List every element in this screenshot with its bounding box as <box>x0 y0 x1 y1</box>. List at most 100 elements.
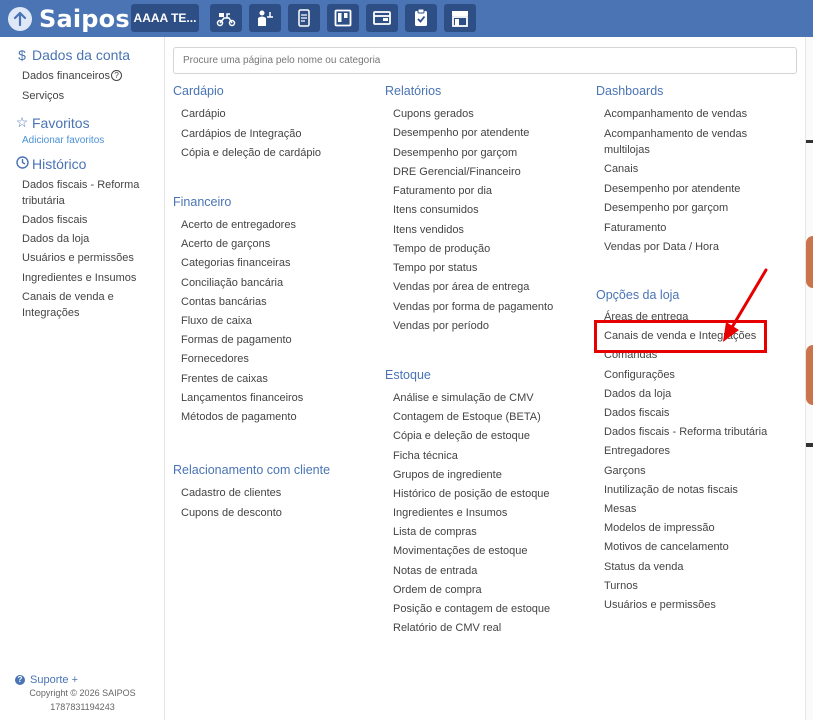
build-number: 1787831194243 <box>50 702 115 712</box>
menu-item-relatorios[interactable]: Vendas por forma de pagamento <box>393 299 553 315</box>
dollar-icon: $ <box>18 47 26 63</box>
menu-item-financeiro[interactable]: Fluxo de caixa <box>181 313 252 329</box>
support-link[interactable]: ? Suporte + <box>15 674 78 686</box>
store-selector-button[interactable]: AAAA TE... <box>131 4 199 32</box>
menu-item-cardapio[interactable]: Cópia e deleção de cardápio <box>181 145 321 161</box>
menu-item-estoque[interactable]: Ingredientes e Insumos <box>393 505 507 521</box>
page-search-input[interactable] <box>173 47 797 74</box>
menu-item-relatorios[interactable]: Faturamento por dia <box>393 183 492 199</box>
history-title-label: Histórico <box>32 156 87 172</box>
waiter-icon[interactable] <box>249 4 281 32</box>
section-title-opcoes-da-loja: Opções da loja <box>596 288 680 302</box>
menu-item-opcoes[interactable]: Dados fiscais - Reforma tributária <box>604 424 767 440</box>
menu-item-opcoes[interactable]: Dados fiscais <box>604 405 669 421</box>
menu-item-financeiro[interactable]: Métodos de pagamento <box>181 409 297 425</box>
menu-item-estoque[interactable]: Histórico de posição de estoque <box>393 486 550 502</box>
menu-item-estoque[interactable]: Posição e contagem de estoque <box>393 601 550 617</box>
clipboard-check-icon[interactable] <box>405 4 437 32</box>
menu-item-estoque[interactable]: Cópia e deleção de estoque <box>393 428 530 444</box>
menu-item-opcoes[interactable]: Modelos de impressão <box>604 520 715 536</box>
menu-item-estoque[interactable]: Ordem de compra <box>393 582 482 598</box>
menu-item-dashboards[interactable]: Vendas por Data / Hora <box>604 239 719 255</box>
menu-item-estoque[interactable]: Relatório de CMV real <box>393 620 501 636</box>
menu-item-estoque[interactable]: Contagem de Estoque (BETA) <box>393 409 541 425</box>
menu-item-financeiro[interactable]: Acerto de entregadores <box>181 217 296 233</box>
menu-item-relatorios[interactable]: Itens consumidos <box>393 202 479 218</box>
add-favorites-link[interactable]: Adicionar favoritos <box>22 135 104 146</box>
order-tablet-icon[interactable] <box>288 4 320 32</box>
menu-item-financeiro[interactable]: Lançamentos financeiros <box>181 390 303 406</box>
menu-item-financeiro[interactable]: Frentes de caixas <box>181 371 268 387</box>
arrow-up-icon <box>8 6 32 31</box>
menu-item-opcoes[interactable]: Dados da loja <box>604 386 671 402</box>
account-section-title: $ Dados da conta <box>15 47 130 63</box>
favorites-section-title: ☆ Favoritos <box>15 114 90 131</box>
menu-item-cardapio[interactable]: Cardápio <box>181 106 226 122</box>
clock-icon <box>15 156 29 172</box>
section-title-relatorios: Relatórios <box>385 84 442 98</box>
history-item[interactable]: Dados fiscais - Reforma tributária <box>22 177 157 209</box>
menu-item-opcoes[interactable]: Configurações <box>604 367 675 383</box>
menu-item-cardapio[interactable]: Cardápios de Integração <box>181 126 301 142</box>
menu-item-estoque[interactable]: Análise e simulação de CMV <box>393 390 534 406</box>
history-item[interactable]: Usuários e permissões <box>22 250 157 266</box>
menu-item-relacionamento[interactable]: Cupons de desconto <box>181 505 282 521</box>
sidebar-item-label: Dados financeiros <box>22 70 111 82</box>
sidebar-item-services[interactable]: Serviços <box>22 88 157 104</box>
logo-text: Saipos <box>39 4 130 33</box>
menu-item-relacionamento[interactable]: Cadastro de clientes <box>181 485 281 501</box>
menu-item-opcoes[interactable]: Status da venda <box>604 559 684 575</box>
menu-item-estoque[interactable]: Notas de entrada <box>393 563 477 579</box>
menu-item-relatorios[interactable]: Tempo de produção <box>393 241 490 257</box>
section-title-estoque: Estoque <box>385 368 431 382</box>
favorites-title-label: Favoritos <box>32 114 90 131</box>
menu-item-financeiro[interactable]: Formas de pagamento <box>181 332 292 348</box>
menu-item-estoque[interactable]: Grupos de ingrediente <box>393 467 502 483</box>
menu-item-dashboards[interactable]: Canais <box>604 161 638 177</box>
menu-item-financeiro[interactable]: Categorias financeiras <box>181 255 290 271</box>
menu-item-financeiro[interactable]: Fornecedores <box>181 351 249 367</box>
menu-item-opcoes[interactable]: Usuários e permissões <box>604 597 716 613</box>
menu-item-estoque[interactable]: Ficha técnica <box>393 448 458 464</box>
menu-item-estoque[interactable]: Lista de compras <box>393 524 477 540</box>
menu-item-opcoes[interactable]: Turnos <box>604 578 638 594</box>
help-icon[interactable]: ? <box>111 70 123 81</box>
history-item[interactable]: Ingredientes e Insumos <box>22 270 157 286</box>
menu-item-financeiro[interactable]: Conciliação bancária <box>181 275 283 291</box>
section-title-dashboards: Dashboards <box>596 84 664 98</box>
menu-item-opcoes[interactable]: Garçons <box>604 463 646 479</box>
history-item[interactable]: Dados fiscais <box>22 212 157 228</box>
menu-item-dashboards[interactable]: Faturamento <box>604 220 666 236</box>
menu-item-opcoes[interactable]: Entregadores <box>604 443 670 459</box>
menu-item-financeiro[interactable]: Acerto de garçons <box>181 236 270 252</box>
menu-item-dashboards[interactable]: Desempenho por atendente <box>604 181 740 197</box>
menu-item-relatorios[interactable]: Desempenho por garçom <box>393 145 517 161</box>
kanban-board-icon[interactable] <box>327 4 359 32</box>
menu-item-relatorios[interactable]: Vendas por período <box>393 318 489 334</box>
store-icon[interactable] <box>444 4 476 32</box>
menu-item-opcoes[interactable]: Inutilização de notas fiscais <box>604 482 738 498</box>
menu-item-estoque[interactable]: Movimentações de estoque <box>393 543 528 559</box>
background-divider <box>806 443 813 447</box>
menu-item-financeiro[interactable]: Contas bancárias <box>181 294 267 310</box>
history-item[interactable]: Dados da loja <box>22 231 157 247</box>
sidebar-item-financial-data[interactable]: Dados financeiros? <box>22 68 157 84</box>
menu-item-relatorios[interactable]: Tempo por status <box>393 260 477 276</box>
question-icon: ? <box>15 675 25 685</box>
menu-item-opcoes[interactable]: Motivos de cancelamento <box>604 539 729 555</box>
menu-item-dashboards[interactable]: Acompanhamento de vendas <box>604 106 747 122</box>
menu-item-relatorios[interactable]: Itens vendidos <box>393 222 464 238</box>
menu-sidebar: $ Dados da conta Dados financeiros? Serv… <box>0 37 165 720</box>
menu-item-relatorios[interactable]: Vendas por área de entrega <box>393 279 529 295</box>
menu-item-opcoes[interactable]: Mesas <box>604 501 636 517</box>
menu-item-relatorios[interactable]: Cupons gerados <box>393 106 474 122</box>
history-item[interactable]: Canais de venda e Integrações <box>22 289 157 321</box>
menu-item-relatorios[interactable]: Desempenho por atendente <box>393 125 529 141</box>
account-title-label: Dados da conta <box>32 47 131 63</box>
menu-item-relatorios[interactable]: DRE Gerencial/Financeiro <box>393 164 521 180</box>
delivery-scooter-icon[interactable] <box>210 4 242 32</box>
menu-item-dashboards[interactable]: Desempenho por garçom <box>604 200 728 216</box>
cash-register-icon[interactable] <box>366 4 398 32</box>
menu-item-dashboards[interactable]: Acompanhamento de vendas multilojas <box>604 126 754 158</box>
saipos-logo[interactable]: Saipos <box>8 4 130 33</box>
